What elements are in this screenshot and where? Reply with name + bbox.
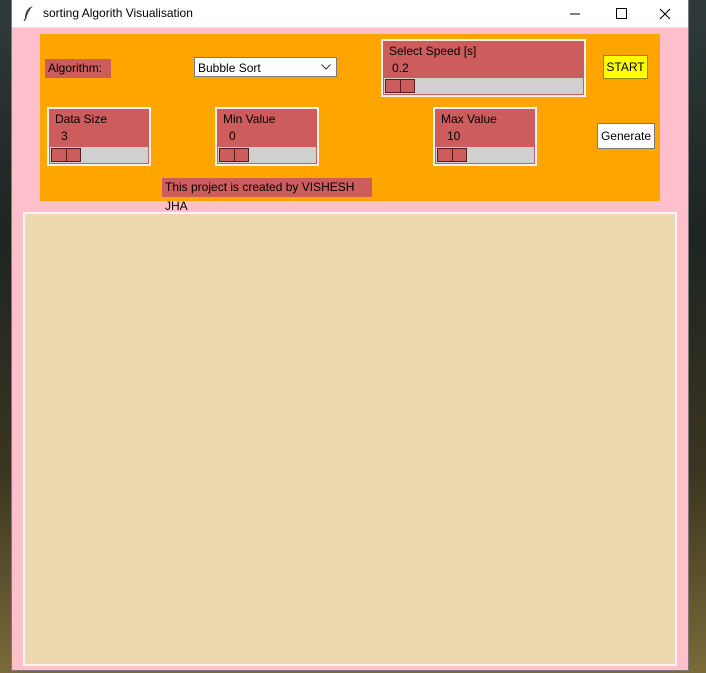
min-value-scale[interactable]: Min Value 0	[215, 107, 319, 166]
min-value-trough[interactable]	[218, 147, 316, 163]
maximize-icon	[616, 8, 627, 19]
data-size-scale[interactable]: Data Size 3	[47, 107, 151, 166]
minimize-button[interactable]	[552, 0, 598, 27]
speed-slider[interactable]	[385, 79, 415, 93]
feather-icon	[23, 5, 35, 22]
app-window: sorting Algorith Visualisation Algorithm…	[12, 0, 688, 670]
visualisation-canvas[interactable]	[23, 212, 677, 666]
maximize-button[interactable]	[598, 0, 644, 27]
algorithm-selected-value: Bubble Sort	[198, 61, 261, 75]
max-value-value: 10	[447, 129, 461, 143]
data-size-label: Data Size	[55, 112, 108, 126]
max-value-label: Max Value	[441, 112, 497, 126]
max-value-trough[interactable]	[436, 147, 534, 163]
start-button[interactable]: START	[603, 55, 648, 79]
min-value-value: 0	[229, 129, 236, 143]
max-value-slider[interactable]	[437, 148, 467, 162]
min-value-slider[interactable]	[219, 148, 249, 162]
speed-label: Select Speed [s]	[389, 44, 477, 58]
title-bar[interactable]: sorting Algorith Visualisation	[12, 0, 688, 28]
close-button[interactable]	[642, 0, 688, 27]
data-size-value: 3	[61, 129, 68, 143]
algorithm-label: Algorithm:	[45, 59, 111, 78]
algorithm-select[interactable]: Bubble Sort	[194, 57, 337, 77]
max-value-scale[interactable]: Max Value 10	[433, 107, 537, 166]
speed-value: 0.2	[392, 61, 409, 75]
generate-button[interactable]: Generate	[597, 123, 655, 149]
min-value-label: Min Value	[223, 112, 276, 126]
speed-trough[interactable]	[384, 78, 583, 94]
minimize-icon	[570, 13, 580, 15]
credit-label: This project is created by VISHESH JHA	[162, 178, 372, 213]
chevron-down-icon	[321, 64, 331, 70]
control-panel: Algorithm: Bubble Sort Select Speed [s] …	[40, 34, 660, 213]
data-size-trough[interactable]	[50, 147, 148, 163]
close-icon	[659, 8, 671, 20]
speed-scale[interactable]: Select Speed [s] 0.2	[381, 39, 586, 97]
data-size-slider[interactable]	[51, 148, 81, 162]
window-title: sorting Algorith Visualisation	[43, 6, 193, 20]
